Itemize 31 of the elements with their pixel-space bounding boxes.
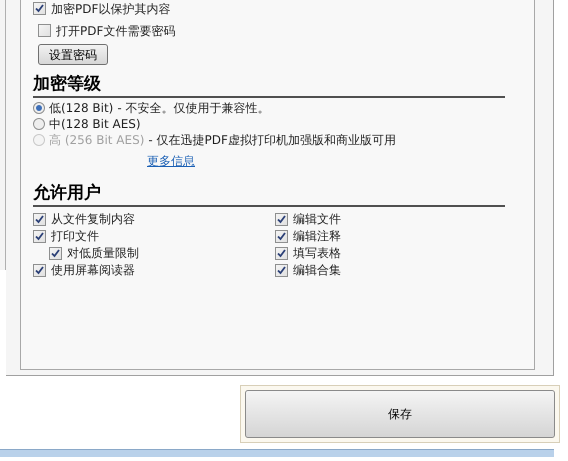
option-note: - 仅在迅捷PDF虚拟打印机加强版和商业版可用: [148, 132, 396, 148]
checkbox-label: 编辑注释: [293, 228, 341, 245]
checkbox-label: 从文件复制内容: [51, 211, 135, 228]
radio-label: 低(128 Bit): [49, 100, 114, 116]
checkbox-label: 加密PDF以保护其内容: [51, 0, 170, 18]
radio-button[interactable]: [33, 102, 45, 114]
checkbox[interactable]: [33, 212, 46, 226]
section-heading: 允许用户: [33, 182, 505, 206]
checkbox[interactable]: [275, 212, 288, 226]
radio-label: 高 (256 Bit AES): [49, 132, 144, 148]
checkbox-label: 填写表格: [293, 245, 341, 262]
checkbox-label: 使用屏幕阅读器: [51, 262, 135, 279]
set-password-button[interactable]: 设置密码: [38, 44, 108, 65]
checkbox[interactable]: [38, 24, 51, 37]
checkbox[interactable]: [275, 264, 288, 276]
checkbox[interactable]: [49, 246, 62, 260]
option-note: - 不安全。仅使用于兼容性。: [117, 100, 270, 116]
checkbox-label: 打印文件: [51, 228, 99, 245]
checkbox-label: 编辑文件: [293, 211, 341, 228]
checkbox-label: 打开PDF文件需要密码: [56, 22, 176, 40]
checkbox-label: 编辑合集: [293, 262, 341, 279]
checkbox[interactable]: [33, 230, 46, 242]
save-button[interactable]: 保存: [245, 390, 555, 438]
checkbox[interactable]: [275, 230, 288, 242]
radio-button[interactable]: [33, 118, 45, 130]
checkbox[interactable]: [33, 264, 46, 276]
section-heading: 加密等级: [33, 72, 505, 98]
checkbox[interactable]: [275, 246, 288, 260]
radio-label: 中(128 Bit AES): [49, 116, 141, 132]
checkbox-label: 对低质量限制: [67, 245, 139, 262]
checkbox[interactable]: [33, 2, 46, 15]
